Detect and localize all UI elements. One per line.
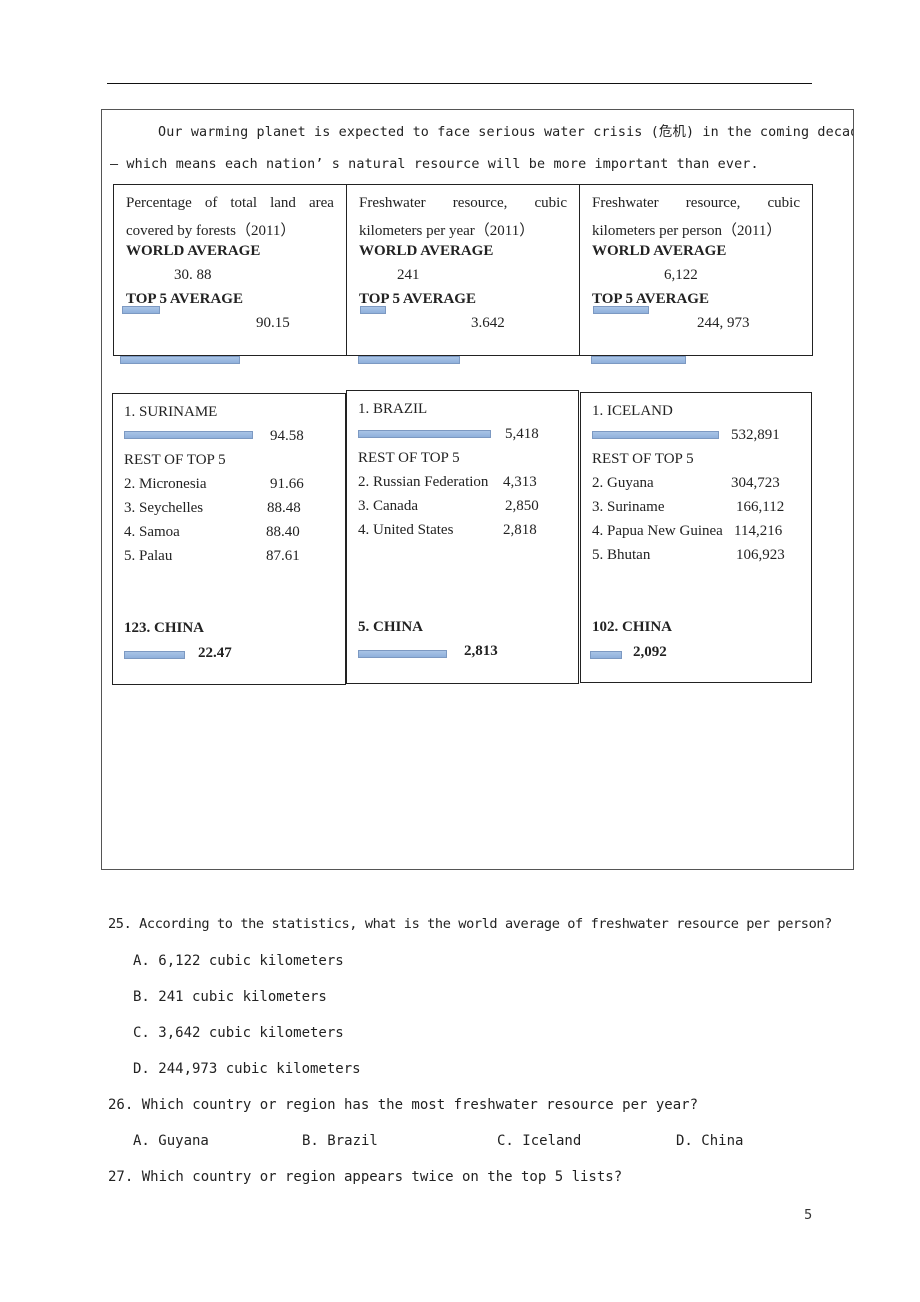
first-place-value: 94.58 — [270, 428, 304, 444]
question-26-option-b: B. Brazil — [302, 1133, 378, 1149]
question-25-option-a: A. 6,122 cubic kilometers — [133, 953, 344, 969]
first-place-bar — [592, 431, 719, 439]
china-value: 2,092 — [633, 644, 667, 660]
china-value: 22.47 — [198, 645, 232, 661]
top5-average-value: 3.642 — [471, 315, 505, 331]
china-rank: 123. CHINA — [124, 620, 205, 636]
rank-value: 4,313 — [503, 474, 537, 490]
first-place-bar — [124, 431, 253, 439]
world-average-bar — [360, 306, 386, 314]
first-place-name: 1. BRAZIL — [358, 401, 428, 417]
question-25-option-b: B. 241 cubic kilometers — [133, 989, 327, 1005]
rest-of-top5-label: REST OF TOP 5 — [358, 450, 460, 466]
rank-name: 4. United States — [358, 522, 454, 538]
question-25: 25. According to the statistics, what is… — [108, 916, 832, 932]
china-bar — [590, 651, 622, 659]
rank-value: 106,923 — [736, 547, 785, 563]
title-word: cubic — [767, 195, 800, 211]
forest-average-card: Percentage of total land area covered by… — [113, 184, 347, 356]
first-place-name: 1. SURINAME — [124, 404, 218, 420]
question-27: 27. Which country or region appears twic… — [108, 1169, 623, 1185]
card-title-line-2: covered by forests（2011） — [126, 223, 296, 239]
freshwater-person-average-card: Freshwater resource, cubic kilometers pe… — [579, 184, 813, 356]
rank-name: 3. Canada — [358, 498, 418, 514]
world-average-label: WORLD AVERAGE — [359, 243, 494, 259]
question-26-option-a: A. Guyana — [133, 1133, 209, 1149]
page-number: 5 — [804, 1208, 813, 1223]
world-average-value: 30. 88 — [174, 267, 212, 283]
china-value: 2,813 — [464, 643, 498, 659]
rank-name: 4. Papua New Guinea — [592, 523, 723, 539]
rank-value: 88.48 — [267, 500, 301, 516]
intro-line-1: Our warming planet is expected to face s… — [158, 125, 854, 140]
title-word: land — [270, 195, 296, 211]
china-bar — [124, 651, 185, 659]
rank-value: 2,818 — [503, 522, 537, 538]
world-average-bar — [593, 306, 649, 314]
card-title-line-1: Percentage of total land area — [126, 195, 334, 212]
rank-name: 5. Bhutan — [592, 547, 651, 563]
forest-ranking-card: 1. SURINAME 94.58 REST OF TOP 5 2. Micro… — [112, 393, 346, 685]
intro-line-2: — which means each nation’ s natural res… — [110, 157, 759, 172]
first-place-bar — [358, 430, 491, 438]
title-word: resource, — [685, 195, 741, 211]
header-rule — [107, 83, 812, 84]
question-25-option-d: D. 244,973 cubic kilometers — [133, 1061, 361, 1077]
card-title-line-2: kilometers per year（2011） — [359, 223, 535, 239]
freshwater-year-ranking-card: 1. BRAZIL 5,418 REST OF TOP 5 2. Russian… — [346, 390, 579, 684]
world-average-value: 6,122 — [664, 267, 698, 283]
freshwater-person-ranking-card: 1. ICELAND 532,891 REST OF TOP 5 2. Guya… — [580, 392, 812, 683]
rank-value: 2,850 — [505, 498, 539, 514]
world-average-label: WORLD AVERAGE — [126, 243, 261, 259]
world-average-label: WORLD AVERAGE — [592, 243, 727, 259]
rank-value: 88.40 — [266, 524, 300, 540]
rank-value: 91.66 — [270, 476, 304, 492]
question-26: 26. Which country or region has the most… — [108, 1097, 699, 1113]
rest-of-top5-label: REST OF TOP 5 — [124, 452, 226, 468]
top5-average-bar — [358, 356, 460, 364]
first-place-value: 532,891 — [731, 427, 780, 443]
title-word: of — [204, 195, 218, 211]
card-title-line-2: kilometers per person（2011） — [592, 223, 782, 239]
china-bar — [358, 650, 447, 658]
title-word: cubic — [534, 195, 567, 211]
title-word: resource, — [452, 195, 508, 211]
world-average-bar — [122, 306, 160, 314]
rank-name: 2. Russian Federation — [358, 474, 489, 490]
freshwater-year-average-card: Freshwater resource, cubic kilometers pe… — [346, 184, 580, 356]
card-title-line-1: Freshwater resource, cubic — [359, 195, 567, 212]
card-title-line-1: Freshwater resource, cubic — [592, 195, 800, 212]
top5-average-bar — [120, 356, 240, 364]
rank-value: 87.61 — [266, 548, 300, 564]
title-word: Percentage — [126, 195, 192, 211]
rank-name: 4. Samoa — [124, 524, 180, 540]
rank-name: 5. Palau — [124, 548, 173, 564]
question-26-option-c: C. Iceland — [497, 1133, 582, 1149]
rest-of-top5-label: REST OF TOP 5 — [592, 451, 694, 467]
rank-name: 3. Suriname — [592, 499, 665, 515]
question-26-option-d: D. China — [676, 1133, 744, 1149]
rank-name: 3. Seychelles — [124, 500, 204, 516]
china-rank: 102. CHINA — [592, 619, 673, 635]
world-average-value: 241 — [397, 267, 420, 283]
rank-name: 2. Micronesia — [124, 476, 207, 492]
top5-average-value: 90.15 — [256, 315, 290, 331]
rank-value: 304,723 — [731, 475, 780, 491]
first-place-name: 1. ICELAND — [592, 403, 673, 419]
china-rank: 5. CHINA — [358, 619, 424, 635]
rank-value: 114,216 — [734, 523, 783, 539]
title-word: Freshwater — [359, 195, 426, 211]
title-word: Freshwater — [592, 195, 659, 211]
rank-value: 166,112 — [736, 499, 785, 515]
title-word: area — [308, 195, 334, 211]
rank-name: 2. Guyana — [592, 475, 654, 491]
title-word: total — [230, 195, 258, 211]
top5-average-bar — [591, 356, 686, 364]
top5-average-value: 244, 973 — [697, 315, 750, 331]
question-25-option-c: C. 3,642 cubic kilometers — [133, 1025, 344, 1041]
first-place-value: 5,418 — [505, 426, 539, 442]
